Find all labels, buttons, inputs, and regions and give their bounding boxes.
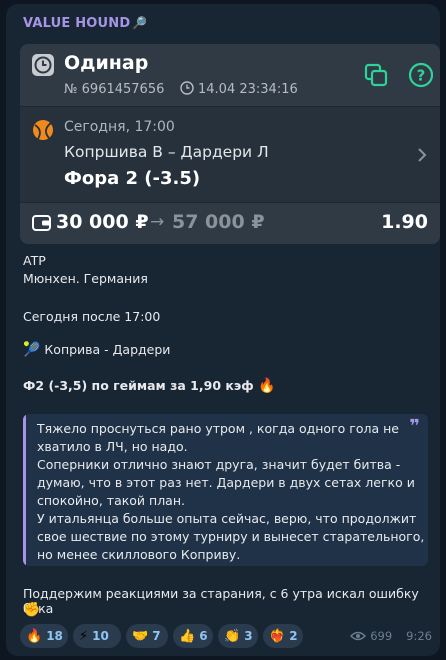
chevron-right-icon[interactable] <box>416 147 428 163</box>
bet-card-header: Одинар № 6961457656 14.04 23:34:16 ? <box>20 44 440 106</box>
quote-line: Соперники отлично знают друга, значит бу… <box>37 457 401 472</box>
views-count: 699 <box>370 629 393 643</box>
quote-line: спокойно, такой план. <box>37 493 185 508</box>
quote-line: У итальянца больше опыта сейчас, верю, ч… <box>37 511 417 526</box>
bet-type-title: Одинар <box>64 52 149 74</box>
message-line-location: Мюнхен. Германия <box>23 271 148 286</box>
lightning-icon: ⚡ <box>79 628 89 644</box>
reaction-handshake[interactable]: 🤝 7 <box>126 624 168 648</box>
stake-row: 30 000 ₽ → 57 000 ₽ 1.90 <box>20 202 440 244</box>
odds-value: 1.90 <box>381 211 428 233</box>
message-meta: 699 9:26 <box>350 629 432 643</box>
message-line-time: Сегодня после 17:00 <box>23 309 161 324</box>
reaction-count: 3 <box>244 629 253 643</box>
reaction-count: 6 <box>199 629 208 643</box>
event-teams: Копршива В – Дардери Л <box>64 143 269 161</box>
stake-amount: 30 000 ₽ <box>56 211 149 233</box>
bet-id: № 6961457656 <box>64 82 165 97</box>
quote-line: думаю, что в этот раз нет. Дардери в дву… <box>37 475 415 490</box>
fire-icon: 🔥 <box>26 628 43 644</box>
reaction-count: 7 <box>152 629 161 643</box>
message-line-tour: ATP <box>23 253 46 268</box>
tennis-emoji-icon: 🎾 <box>23 342 41 358</box>
fire-emoji-icon: 🔥 <box>258 378 276 394</box>
message-bubble: VALUE HOUND 🔎 Одинар № 6961457656 14.04 2… <box>6 4 440 656</box>
reaction-count: 2 <box>289 629 298 643</box>
message-line-match: 🎾 Коприва - Дардери <box>23 342 171 358</box>
message-line-bet: Ф2 (-3,5) по геймам за 1,90 кэф 🔥 <box>23 378 276 394</box>
eye-icon <box>350 631 367 641</box>
event-time: Сегодня, 17:00 <box>64 119 175 135</box>
copy-icon[interactable] <box>363 62 389 88</box>
quote-accent-bar <box>23 414 26 566</box>
reaction-fire[interactable]: 🔥 18 <box>20 624 68 648</box>
message-time: 9:26 <box>406 629 432 643</box>
bet-card[interactable]: Одинар № 6961457656 14.04 23:34:16 ? Сег… <box>20 44 440 244</box>
quote-line: свое шествие по этому турниру и вынесет … <box>37 529 425 544</box>
wallet-icon <box>32 215 51 231</box>
handshake-icon: 🤝 <box>132 628 149 644</box>
reaction-thumbs-up[interactable]: 👍 6 <box>173 624 213 648</box>
heart-on-fire-icon: ❤️‍🔥 <box>269 628 286 644</box>
payout-amount: 57 000 ₽ <box>172 211 265 233</box>
thumbs-up-icon: 👍 <box>179 628 196 644</box>
bet-selection: Фора 2 (-3.5) <box>64 168 201 189</box>
magnifier-icon: 🔎 <box>132 16 148 30</box>
svg-text:?: ? <box>417 67 426 85</box>
clock-icon <box>32 54 54 76</box>
sender-name[interactable]: VALUE HOUND 🔎 <box>23 16 148 31</box>
quote-icon: ❞ <box>409 416 420 437</box>
clock-small-icon <box>180 81 194 95</box>
quote-line: но менее скиллового Коприву. <box>37 547 241 562</box>
quote-line: хватило в ЛЧ, но надо. <box>37 439 188 454</box>
reaction-count: 18 <box>46 629 63 643</box>
quote-line: Тяжело проснуться рано утром , когда одн… <box>37 421 399 436</box>
clap-icon: 👏 <box>224 628 241 644</box>
fist-emoji-icon: ✊ <box>23 602 41 618</box>
reaction-count: 10 <box>92 629 109 643</box>
help-icon[interactable]: ? <box>408 62 434 88</box>
tennis-ball-icon <box>33 120 53 140</box>
reaction-lightning[interactable]: ⚡ 10 <box>73 624 121 648</box>
quote-block: ❞ Тяжело проснуться рано утром , когда о… <box>23 414 428 566</box>
message-footer: Поддержим реакциями за старания, с 6 утр… <box>23 586 419 616</box>
event-block[interactable]: Сегодня, 17:00 Копршива В – Дардери Л Фо… <box>20 106 440 203</box>
reaction-heart-on-fire[interactable]: ❤️‍🔥 2 <box>263 624 303 648</box>
arrow-right-icon: → <box>150 212 165 232</box>
bet-datetime: 14.04 23:34:16 <box>198 82 298 97</box>
reaction-clap[interactable]: 👏 3 <box>218 624 258 648</box>
